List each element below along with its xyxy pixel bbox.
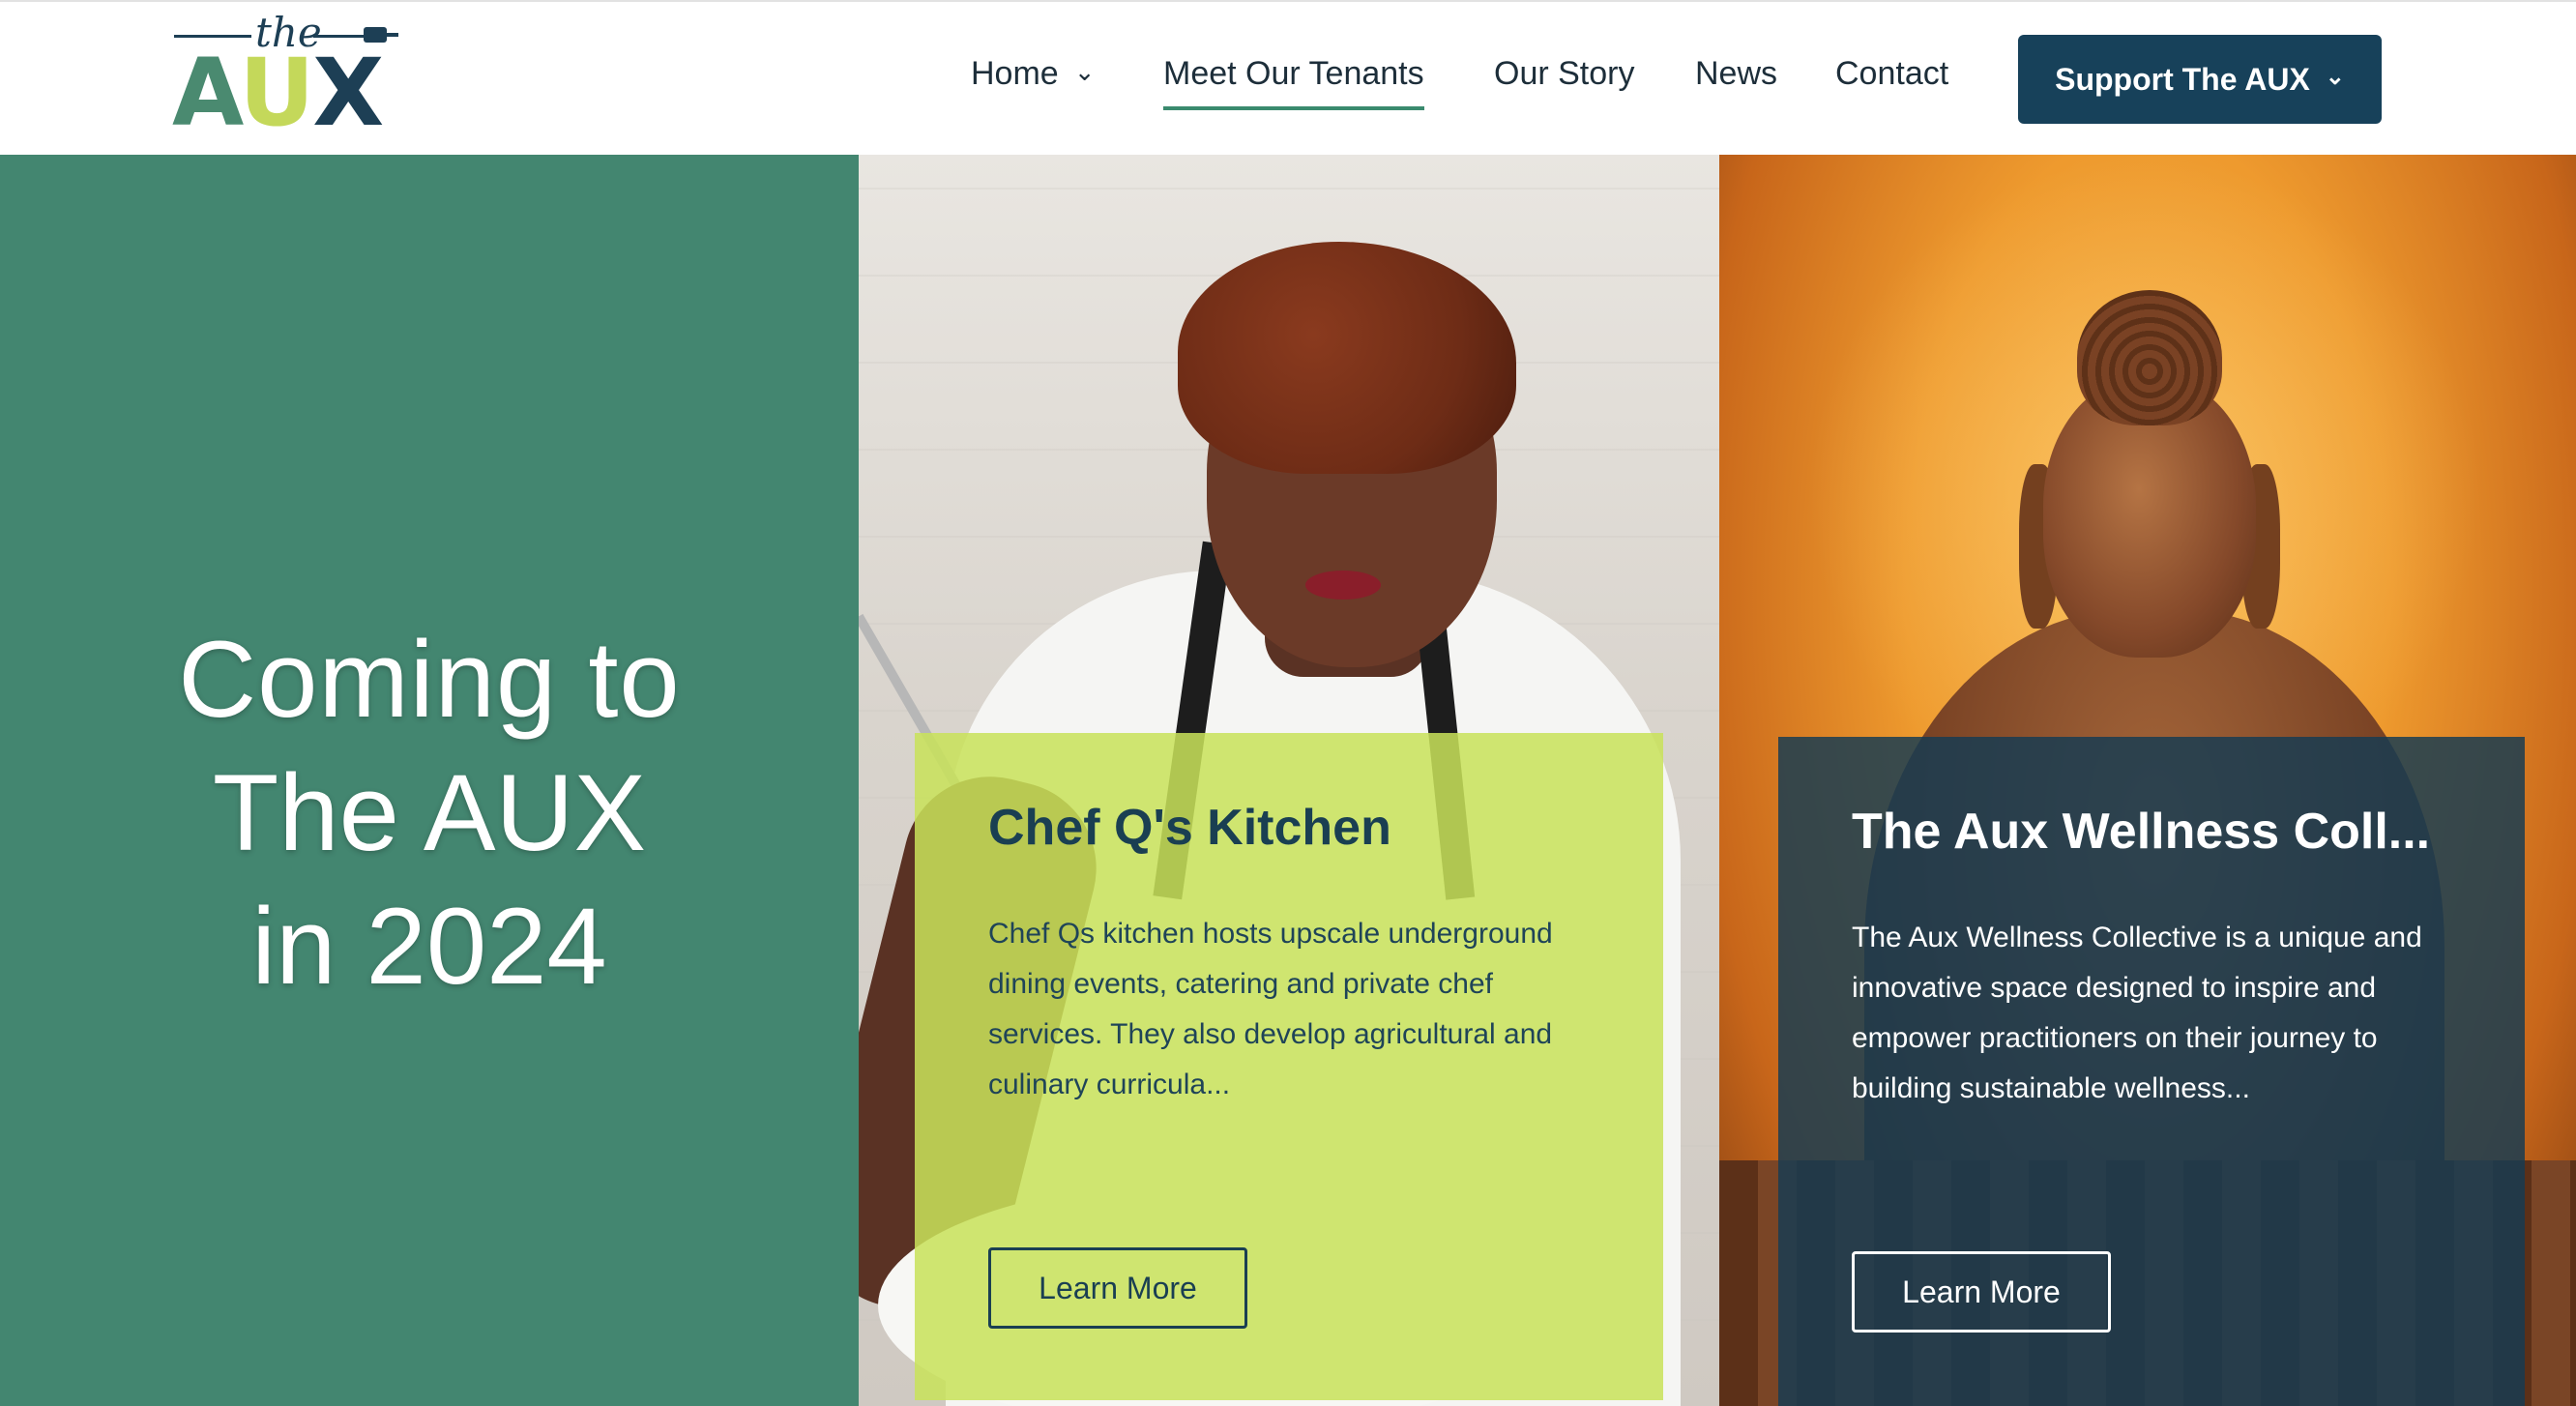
nav-our-story[interactable]: Our Story (1494, 52, 1634, 110)
nav-home[interactable]: Home ⌄ (971, 52, 1096, 110)
logo-letter-x: X (312, 39, 384, 147)
logo-letter-u: U (239, 39, 314, 147)
tenant-card-wellness: The Aux Wellness Coll... The Aux Wellnes… (1778, 737, 2525, 1406)
site-header: the AUX Home ⌄ Meet Our Tenants Our Story… (0, 0, 2576, 155)
nav-news[interactable]: News (1695, 52, 1777, 110)
nav-contact-label: Contact (1835, 55, 1949, 92)
learn-more-button[interactable]: Learn More (988, 1247, 1247, 1329)
nav-home-label: Home (971, 55, 1059, 92)
hero-heading: Coming to The AUX in 2024 (0, 613, 859, 1013)
buddha-hair-knot (2077, 290, 2222, 425)
nav-meet-our-tenants-label: Meet Our Tenants (1163, 55, 1424, 92)
hero-panel: Coming to The AUX in 2024 (0, 155, 859, 1406)
tenant-card-description: Chef Qs kitchen hosts upscale undergroun… (988, 918, 1553, 1100)
the-aux-logo[interactable]: the AUX (172, 10, 398, 139)
learn-more-button[interactable]: Learn More (1852, 1251, 2111, 1333)
tenant-card-title[interactable]: The Aux Wellness Coll... (1852, 801, 2430, 863)
tenant-card-title[interactable]: Chef Q's Kitchen (988, 797, 1391, 859)
logo-letter-a: A (172, 39, 241, 147)
chef-lips (1305, 571, 1381, 600)
nav-our-story-label: Our Story (1494, 55, 1635, 92)
logo-wire-right (313, 35, 371, 38)
nav-contact[interactable]: Contact (1835, 52, 1948, 110)
support-button-label: Support The AUX (2055, 61, 2310, 97)
logo-wordmark: AUX (172, 46, 384, 139)
hero-line-2: The AUX (212, 752, 647, 873)
nav-meet-our-tenants[interactable]: Meet Our Tenants (1163, 52, 1424, 110)
hero-line-1: Coming to (178, 619, 681, 740)
chevron-down-icon: ⌄ (1073, 57, 1096, 87)
hero-line-3: in 2024 (251, 886, 607, 1007)
tenant-card-description: The Aux Wellness Collective is a unique … (1852, 922, 2422, 1104)
tenant-card-chef-q: Chef Q's Kitchen Chef Qs kitchen hosts u… (915, 733, 1663, 1400)
chevron-down-icon: ⌄ (2325, 63, 2345, 90)
logo-wire-left (174, 35, 251, 38)
nav-news-label: News (1695, 55, 1778, 92)
support-the-aux-button[interactable]: Support The AUX ⌄ (2018, 35, 2382, 124)
